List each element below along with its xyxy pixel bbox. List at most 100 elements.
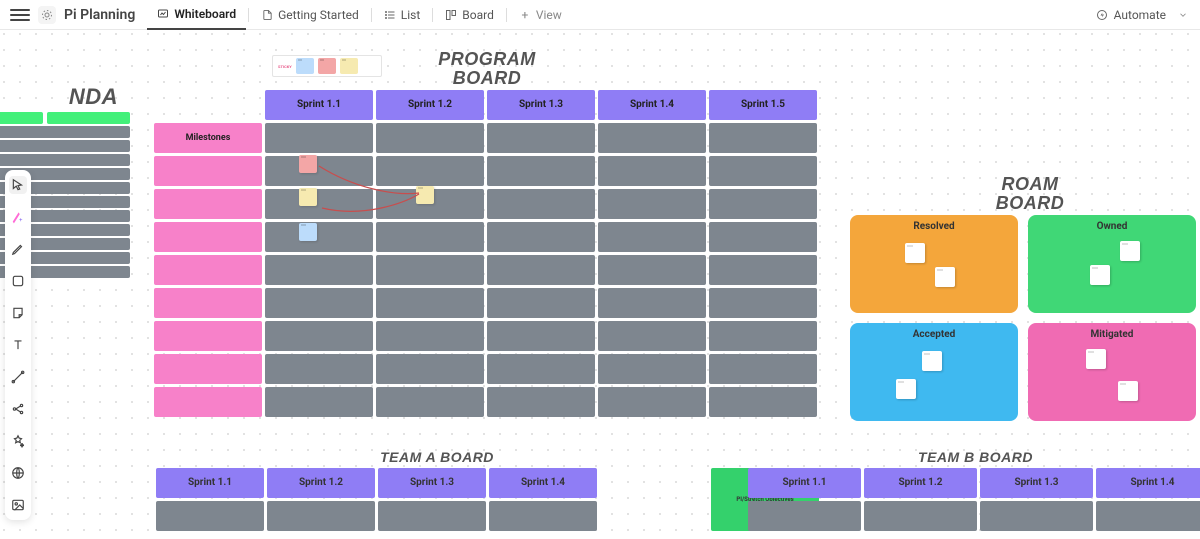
board-cell[interactable] xyxy=(709,387,817,417)
agenda-cell[interactable] xyxy=(0,112,43,124)
board-cell[interactable] xyxy=(265,222,373,252)
board-cell[interactable] xyxy=(376,354,484,384)
doc-icon[interactable] xyxy=(38,6,56,24)
web-tool[interactable] xyxy=(9,464,27,482)
sticky-note[interactable] xyxy=(299,188,317,206)
row-label[interactable] xyxy=(154,189,262,219)
board-cell[interactable] xyxy=(487,189,595,219)
integration-tool[interactable] xyxy=(9,400,27,418)
board-cell[interactable] xyxy=(376,255,484,285)
text-tool[interactable] xyxy=(9,336,27,354)
board-cell[interactable] xyxy=(598,123,706,153)
canvas[interactable]: + + NDA xyxy=(0,30,1200,539)
board-cell[interactable] xyxy=(748,501,861,531)
board-cell[interactable] xyxy=(598,255,706,285)
roam-mitigated[interactable]: Mitigated xyxy=(1028,323,1196,421)
sprint-header[interactable]: Sprint 1.2 xyxy=(267,468,375,498)
sticky-note[interactable] xyxy=(1090,265,1110,285)
board-cell[interactable] xyxy=(709,123,817,153)
board-cell[interactable] xyxy=(265,189,373,219)
agenda-cell[interactable] xyxy=(47,112,130,124)
board-cell[interactable] xyxy=(709,255,817,285)
sticky-note[interactable] xyxy=(1086,349,1106,369)
board-cell[interactable] xyxy=(598,189,706,219)
sprint-header[interactable]: Sprint 1.3 xyxy=(378,468,486,498)
tab-whiteboard[interactable]: Whiteboard xyxy=(147,0,246,30)
sprint-header[interactable]: Sprint 1.3 xyxy=(980,468,1093,498)
sticky-note[interactable] xyxy=(416,186,434,204)
board-cell[interactable] xyxy=(709,156,817,186)
sticky-note[interactable] xyxy=(905,243,925,263)
row-label[interactable]: Milestones xyxy=(154,123,262,153)
agenda-cell[interactable] xyxy=(0,154,130,166)
board-cell[interactable] xyxy=(1096,501,1200,531)
doc-title[interactable]: Pi Planning xyxy=(64,7,135,23)
board-cell[interactable] xyxy=(487,222,595,252)
sprint-header[interactable]: Sprint 1.2 xyxy=(376,90,484,120)
sticky-tool[interactable] xyxy=(9,304,27,322)
sprint-header[interactable]: Sprint 1.4 xyxy=(598,90,706,120)
sticky-note[interactable] xyxy=(922,351,942,371)
sprint-header[interactable]: Sprint 1.1 xyxy=(265,90,373,120)
ai-tool[interactable]: + xyxy=(9,208,27,226)
board-cell[interactable] xyxy=(709,288,817,318)
board-cell[interactable] xyxy=(265,156,373,186)
board-cell[interactable] xyxy=(265,288,373,318)
board-cell[interactable] xyxy=(267,501,375,531)
board-cell[interactable] xyxy=(376,123,484,153)
board-cell[interactable] xyxy=(709,189,817,219)
automate-button[interactable]: Automate xyxy=(1096,8,1166,22)
row-label[interactable] xyxy=(154,255,262,285)
sticky-note[interactable] xyxy=(1120,241,1140,261)
board-cell[interactable] xyxy=(265,354,373,384)
board-cell[interactable] xyxy=(487,255,595,285)
row-label[interactable] xyxy=(154,387,262,417)
row-label[interactable] xyxy=(154,288,262,318)
row-label[interactable] xyxy=(154,321,262,351)
board-cell[interactable] xyxy=(598,288,706,318)
agenda-cell[interactable] xyxy=(0,126,130,138)
board-cell[interactable] xyxy=(265,387,373,417)
board-cell[interactable] xyxy=(487,123,595,153)
board-cell[interactable] xyxy=(709,222,817,252)
shape-tool[interactable] xyxy=(9,272,27,290)
roam-accepted[interactable]: Accepted xyxy=(850,323,1018,421)
sprint-header[interactable]: Sprint 1.5 xyxy=(709,90,817,120)
tab-list[interactable]: List xyxy=(374,0,431,30)
board-cell[interactable] xyxy=(598,387,706,417)
board-cell[interactable] xyxy=(487,354,595,384)
board-cell[interactable] xyxy=(864,501,977,531)
sticky-note[interactable] xyxy=(1118,381,1138,401)
board-cell[interactable] xyxy=(376,222,484,252)
sprint-header[interactable]: Sprint 1.1 xyxy=(156,468,264,498)
board-cell[interactable] xyxy=(265,321,373,351)
tab-getting-started[interactable]: Getting Started xyxy=(251,0,369,30)
board-cell[interactable] xyxy=(378,501,486,531)
board-cell[interactable] xyxy=(709,321,817,351)
sticky-note[interactable] xyxy=(299,155,317,173)
board-cell[interactable] xyxy=(265,255,373,285)
row-label[interactable] xyxy=(154,222,262,252)
image-tool[interactable] xyxy=(9,496,27,514)
board-cell[interactable] xyxy=(265,123,373,153)
board-cell[interactable] xyxy=(980,501,1093,531)
agenda-cell[interactable] xyxy=(0,140,130,152)
program-board[interactable]: PROGRAMBOARD Sprint 1.1Sprint 1.2Sprint … xyxy=(154,50,820,417)
board-cell[interactable] xyxy=(376,156,484,186)
tab-add-view[interactable]: + View xyxy=(509,0,572,30)
team-b-board[interactable]: TEAM B BOARD Sprint 1.1Sprint 1.2Sprint … xyxy=(748,450,1200,531)
sticky-note[interactable] xyxy=(299,223,317,241)
board-cell[interactable] xyxy=(487,288,595,318)
row-label[interactable] xyxy=(154,156,262,186)
board-cell[interactable] xyxy=(376,288,484,318)
sprint-header[interactable]: Sprint 1.1 xyxy=(748,468,861,498)
row-label[interactable] xyxy=(154,354,262,384)
board-cell[interactable] xyxy=(376,387,484,417)
board-cell[interactable] xyxy=(487,156,595,186)
chevron-down-icon[interactable] xyxy=(1176,8,1190,22)
roam-board[interactable]: ROAMBOARD Resolved Owned Accepted xyxy=(850,175,1200,421)
sprint-header[interactable]: Sprint 1.3 xyxy=(487,90,595,120)
board-cell[interactable] xyxy=(598,156,706,186)
pointer-tool[interactable] xyxy=(9,176,27,194)
board-cell[interactable] xyxy=(709,354,817,384)
